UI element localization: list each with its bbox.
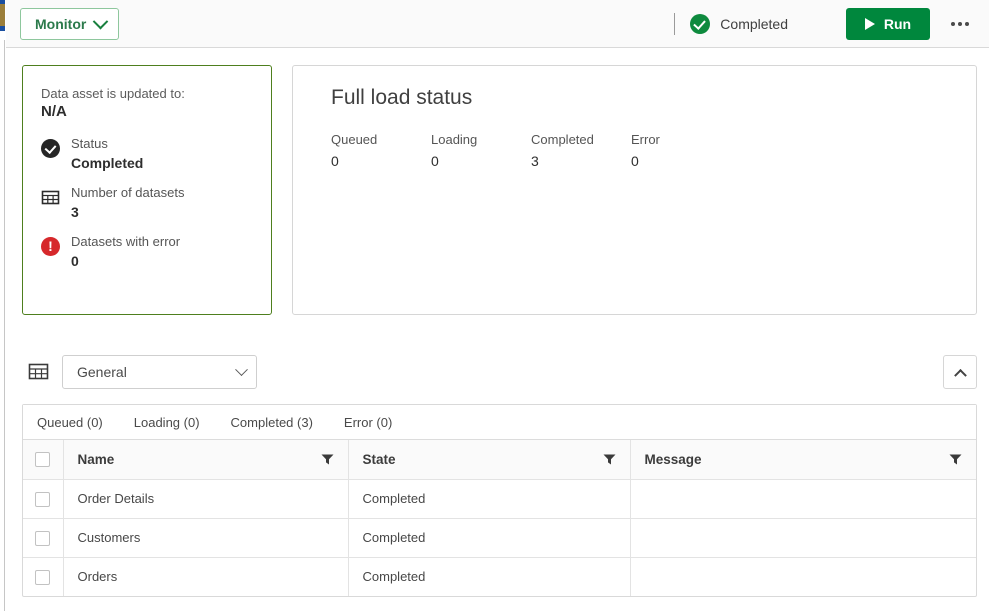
tab-queued[interactable]: Queued (0) [37, 415, 103, 430]
cell-name: Orders [63, 557, 349, 596]
chevron-down-icon [235, 362, 248, 376]
load-stat-value: 0 [331, 153, 339, 169]
cell-message [630, 479, 976, 519]
load-stat-value: 0 [631, 153, 639, 169]
general-select[interactable]: General [62, 355, 257, 389]
load-status-stats: Queued 0 Loading 0 Completed 3 Error 0 [331, 132, 954, 169]
tab-loading[interactable]: Loading (0) [134, 415, 200, 430]
table-row[interactable]: Orders Completed [23, 557, 976, 596]
more-options-icon[interactable] [947, 11, 973, 37]
select-all-header [23, 440, 64, 480]
filter-icon[interactable] [949, 454, 962, 465]
row-select-cell [23, 557, 64, 596]
cell-state: Completed [348, 518, 631, 558]
summary-stat-datasets: Number of datasets 3 [41, 185, 253, 220]
select-all-checkbox[interactable] [35, 452, 51, 468]
grid-table-icon [41, 188, 60, 207]
monitor-dropdown-button[interactable]: Monitor [20, 8, 120, 40]
sidebar-edge-segment-mid [0, 4, 5, 26]
dataset-selector-row: General [22, 355, 977, 391]
column-header-state: State [348, 440, 631, 480]
check-circle-icon [41, 139, 60, 158]
load-stat-loading: Loading 0 [431, 132, 531, 169]
cell-state: Completed [348, 479, 631, 519]
load-stat-error: Error 0 [631, 132, 731, 169]
tab-error[interactable]: Error (0) [344, 415, 392, 430]
load-stat-queued: Queued 0 [331, 132, 431, 169]
check-circle-icon [690, 14, 711, 34]
error-circle-icon [41, 236, 60, 256]
play-icon [864, 18, 875, 30]
run-button[interactable]: Run [846, 8, 930, 40]
cell-message [630, 518, 976, 558]
summary-stat-value: 3 [71, 204, 79, 220]
datasets-table-container: Queued (0) Loading (0) Completed (3) Err… [22, 404, 977, 597]
summary-stat-value: Completed [71, 155, 144, 171]
sidebar-edge-segment-bottom [0, 31, 5, 40]
kebab-dot [958, 22, 962, 26]
table-row[interactable]: Order Details Completed [23, 479, 976, 519]
row-checkbox[interactable] [35, 530, 51, 546]
summary-stat-errors: Datasets with error 0 [41, 234, 253, 269]
column-header-message: Message [630, 440, 976, 480]
monitor-dropdown-label: Monitor [35, 16, 87, 32]
run-status-label: Completed [720, 16, 788, 32]
tab-completed[interactable]: Completed (3) [231, 415, 313, 430]
load-stat-label: Error [631, 132, 660, 147]
monitor-page: Monitor Completed Run Data asset is upda… [0, 0, 989, 611]
column-header-label: State [362, 451, 396, 467]
collapsed-sidebar-edge [0, 0, 5, 611]
cell-message [630, 557, 976, 596]
run-status-indicator: Completed [690, 14, 788, 34]
load-stat-completed: Completed 3 [531, 132, 631, 169]
row-checkbox[interactable] [35, 491, 51, 507]
summary-stat-label: Datasets with error [71, 234, 181, 249]
datasets-table: Name State Message Order Details Complet… [23, 440, 976, 596]
cell-name: Order Details [63, 479, 349, 519]
status-tabs: Queued (0) Loading (0) Completed (3) Err… [23, 405, 976, 440]
load-stat-value: 0 [431, 153, 439, 169]
kebab-dot [965, 22, 969, 26]
load-stat-label: Loading [431, 132, 478, 147]
summary-stat-status: Status Completed [41, 136, 253, 171]
kebab-dot [951, 22, 955, 26]
summary-stat-label: Status [71, 136, 108, 151]
updated-to-label: Data asset is updated to: [41, 86, 185, 101]
top-header-bar: Monitor Completed Run [6, 0, 989, 48]
table-row[interactable]: Customers Completed [23, 518, 976, 558]
chevron-down-icon [93, 13, 109, 29]
row-checkbox[interactable] [35, 569, 51, 585]
row-select-cell [23, 479, 64, 519]
column-header-label: Name [77, 451, 115, 467]
load-stat-value: 3 [531, 153, 539, 169]
cell-state: Completed [348, 557, 631, 596]
column-header-label: Message [644, 451, 702, 467]
column-header-name: Name [63, 440, 349, 480]
table-header-row: Name State Message [23, 440, 976, 480]
load-stat-label: Queued [331, 132, 378, 147]
filter-icon[interactable] [603, 454, 616, 465]
header-right-group: Completed Run [674, 0, 989, 48]
updated-to-value: N/A [41, 103, 67, 120]
summary-stat-value: 0 [71, 253, 79, 269]
grid-table-icon [28, 361, 49, 382]
chevron-up-icon [953, 368, 967, 382]
panel-title: Full load status [331, 86, 473, 109]
cell-name: Customers [63, 518, 349, 558]
full-load-status-panel: Full load status Queued 0 Loading 0 Comp… [292, 65, 977, 315]
load-stat-label: Completed [531, 132, 594, 147]
summary-stat-label: Number of datasets [71, 185, 185, 200]
filter-icon[interactable] [321, 454, 334, 465]
data-asset-summary-card: Data asset is updated to: N/A Status Com… [22, 65, 272, 315]
run-button-label: Run [883, 16, 912, 32]
general-select-value: General [77, 364, 127, 380]
header-divider [674, 13, 676, 35]
row-select-cell [23, 518, 64, 558]
collapse-panel-button[interactable] [943, 355, 977, 389]
